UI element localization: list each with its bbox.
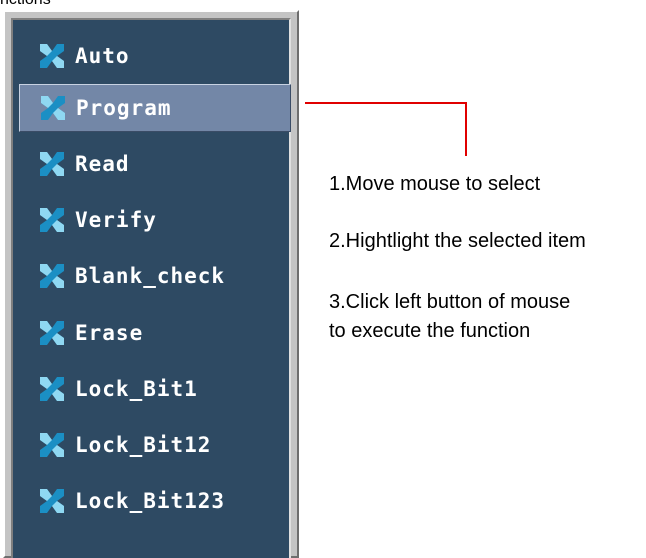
function-menu-frame: Auto Program Read Verify Blank_check Era…	[3, 10, 299, 558]
menu-item-auto[interactable]: Auto	[19, 32, 291, 80]
menu-item-read[interactable]: Read	[19, 140, 291, 188]
menu-item-lock-bit123[interactable]: Lock_Bit123	[19, 477, 291, 525]
menu-item-label: Lock_Bit123	[75, 489, 226, 513]
menu-item-erase[interactable]: Erase	[19, 309, 291, 357]
menu-item-label: Lock_Bit1	[75, 377, 198, 401]
blue-x-icon	[40, 264, 64, 288]
menu-item-label: Program	[76, 96, 172, 120]
instruction-step-1: 1.Move mouse to select	[329, 173, 541, 195]
menu-item-label: Read	[75, 152, 130, 176]
menu-item-lock-bit12[interactable]: Lock_Bit12	[19, 421, 291, 469]
blue-x-icon	[40, 489, 64, 513]
blue-x-icon	[40, 152, 64, 176]
menu-item-label: Lock_Bit12	[75, 433, 212, 457]
menu-item-label: Blank_check	[75, 264, 226, 288]
menu-item-label: Auto	[75, 44, 130, 68]
instruction-step-2: 2.Hightlight the selected item	[329, 230, 586, 252]
menu-item-program[interactable]: Program	[19, 84, 291, 132]
blue-x-icon	[41, 96, 65, 120]
caption-fragment: nctions	[0, 0, 51, 9]
instruction-step-3-line-2: to execute the function	[329, 320, 531, 342]
menu-item-label: Verify	[75, 208, 157, 232]
menu-item-label: Erase	[75, 321, 144, 345]
blue-x-icon	[40, 377, 64, 401]
blue-x-icon	[40, 44, 64, 68]
menu-item-blank-check[interactable]: Blank_check	[19, 252, 291, 300]
menu-item-verify[interactable]: Verify	[19, 196, 291, 244]
blue-x-icon	[40, 321, 64, 345]
blue-x-icon	[40, 208, 64, 232]
instruction-step-3-line-1: 3.Click left button of mouse	[329, 291, 571, 313]
function-menu-panel: Auto Program Read Verify Blank_check Era…	[11, 18, 291, 558]
blue-x-icon	[40, 433, 64, 457]
menu-item-lock-bit1[interactable]: Lock_Bit1	[19, 365, 291, 413]
